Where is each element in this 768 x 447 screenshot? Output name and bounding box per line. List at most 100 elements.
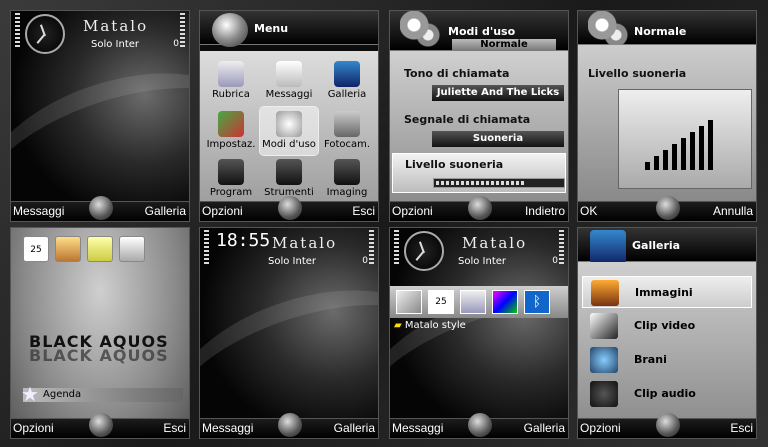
center-key-icon[interactable] [89,413,113,437]
right-softkey[interactable]: Galleria [524,421,565,435]
gallery-list: Immagini Clip video Brani Clip audio [578,262,756,420]
gallery-icon [334,61,360,87]
page-title: Normale [634,25,687,38]
menu-item-impostazioni[interactable]: Impostaz. [202,107,260,155]
menu-item-messaggi[interactable]: Messaggi [260,57,318,105]
left-softkey[interactable]: Opzioni [202,204,243,218]
profile-selector[interactable]: Normale [452,39,556,51]
operator-name: Solo Inter [91,39,140,50]
softkey-bar: OK Annulla [578,196,756,221]
center-key-icon[interactable] [468,413,492,437]
at-sign-icon[interactable] [460,290,486,314]
camera-icon [334,111,360,137]
counter: 0 [362,256,368,266]
wallpaper-collage: Matalo Solo Inter 0 Messaggi Galleria Me… [0,0,768,447]
center-key-icon[interactable] [278,196,302,220]
softkey-bar: Messaggi Galleria [390,413,568,438]
analog-clock-icon [25,14,65,54]
menu-title-icon [212,13,248,47]
right-softkey[interactable]: Galleria [145,204,186,218]
gallery-item-immagini[interactable]: Immagini [582,276,752,308]
title-bar: Modi d'uso Normale [390,11,568,51]
right-softkey[interactable]: Esci [163,421,186,435]
color-icon[interactable] [492,290,518,314]
gallery-item-clip-video[interactable]: Clip video [582,310,752,342]
right-softkey[interactable]: Galleria [334,421,375,435]
call-signal-value[interactable]: Suoneria [432,131,564,147]
right-softkey[interactable]: Indietro [525,204,565,218]
ring-level-bar [433,178,565,188]
left-softkey[interactable]: Opzioni [13,421,54,435]
menu-item-modi-duso[interactable]: Modi d'uso [259,106,319,156]
volume-step [699,126,704,170]
calendar-icon[interactable]: 25 [428,290,454,314]
volume-step [663,150,668,170]
gallery-item-clip-audio[interactable]: Clip audio [582,378,752,410]
page-title: Galleria [632,239,681,252]
right-softkey[interactable]: Annulla [713,204,753,218]
center-key-icon[interactable] [656,413,680,437]
ring-level-row[interactable]: Livello suoneria [392,153,566,193]
menu-item-rubrica[interactable]: Rubrica [202,57,260,105]
folder-icon [218,159,244,185]
left-softkey[interactable]: Opzioni [580,421,621,435]
right-softkey[interactable]: Esci [730,421,753,435]
screen-gallery: Galleria Immagini Clip video Brani Clip … [577,227,757,439]
ring-level-label: Livello suoneria [405,158,504,171]
signal-icon [204,230,209,266]
at-sign-icon [218,61,244,87]
package-icon[interactable] [55,236,81,262]
volume-meter[interactable] [618,89,752,189]
notes-icon[interactable] [87,236,113,262]
left-softkey[interactable]: Messaggi [392,421,443,435]
envelope-icon [276,61,302,87]
left-softkey[interactable]: Messaggi [13,204,64,218]
page-title: Modi d'uso [448,25,516,38]
title-bar: Menu [200,11,378,47]
left-softkey[interactable]: OK [580,204,597,218]
menu-item-program[interactable]: Program [202,155,260,203]
call-signal-label: Segnale di chiamata [404,113,531,126]
softkey-bar: Opzioni Esci [578,413,756,438]
softkey-bar: Opzioni Esci [11,413,189,438]
volume-step [681,138,686,170]
status-bar: Matalo Solo Inter 0 [390,228,568,271]
gallery-icon [590,230,626,264]
left-softkey[interactable]: Opzioni [392,204,433,218]
menu-grid: Rubrica Messaggi Galleria Impostaz. Modi… [200,51,378,203]
note-icon[interactable] [396,290,422,314]
right-softkey[interactable]: Esci [352,204,375,218]
title-bar: Galleria [578,228,756,264]
left-softkey[interactable]: Messaggi [202,421,253,435]
digital-clock: 18:55 [216,230,271,251]
volume-step [645,162,650,170]
money-icon[interactable] [119,236,145,262]
menu-item-fotocamera[interactable]: Fotocam. [318,107,376,155]
center-key-icon[interactable] [656,196,680,220]
agenda-bar[interactable]: Agenda [23,388,183,402]
ring-tone-value[interactable]: Juliette And The Licks [432,85,564,101]
picture-icon [591,280,619,306]
star-icon: ★ [21,382,39,406]
folder-icon [276,159,302,185]
signal-icon [394,230,399,266]
screen-ring-level: Normale Livello suoneria OK Annulla [577,10,757,222]
gears-icon [276,111,302,137]
calendar-icon[interactable]: 25 [23,236,49,262]
music-icon [590,347,618,373]
counter: 0 [173,39,179,49]
gallery-item-brani[interactable]: Brani [582,344,752,376]
center-key-icon[interactable] [278,413,302,437]
center-key-icon[interactable] [89,196,113,220]
center-key-icon[interactable] [468,196,492,220]
shortcut-tray: 25 ᛒ [390,286,568,318]
screen-standby-1: Matalo Solo Inter 0 Messaggi Galleria [10,10,190,222]
microphone-icon [590,381,618,407]
menu-item-galleria[interactable]: Galleria [318,57,376,105]
operator-name: Solo Inter [458,256,507,267]
volume-step [690,132,695,170]
menu-item-imaging[interactable]: Imaging [318,155,376,203]
screen-black-aquos: 25 BLACK AQUOS BLACK AQUOS Agenda ★ Opzi… [10,227,190,439]
ring-level-label: Livello suoneria [588,67,687,80]
bluetooth-icon[interactable]: ᛒ [524,290,550,314]
